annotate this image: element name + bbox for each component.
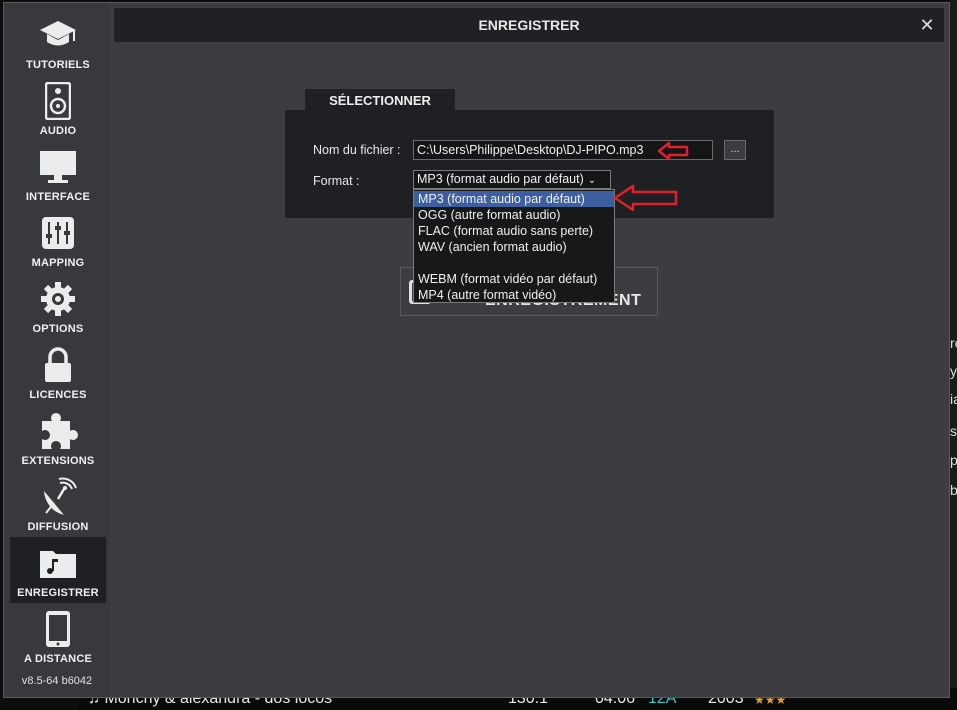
music-folder-icon — [38, 543, 78, 583]
background-app-edge: re y ia s p b — [950, 0, 957, 710]
sidebar-item-extensions[interactable]: EXTENSIONS — [10, 407, 106, 471]
sidebar-item-audio[interactable]: AUDIO — [10, 77, 106, 141]
browse-button[interactable]: ... — [724, 140, 746, 160]
sidebar-item-label: OPTIONS — [32, 323, 84, 335]
bg-fragment: re — [950, 335, 957, 351]
sidebar-item-licences[interactable]: LICENCES — [10, 341, 106, 405]
file-name-label: Nom du fichier : — [313, 143, 401, 157]
format-option-wav[interactable]: WAV (ancien format audio) — [414, 239, 614, 255]
annotation-arrow-left-icon — [657, 141, 689, 161]
format-option-flac[interactable]: FLAC (format audio sans perte) — [414, 223, 614, 239]
sidebar-item-label: A DISTANCE — [24, 653, 92, 665]
format-select[interactable]: MP3 (format audio par défaut) ⌄ — [413, 170, 611, 189]
format-label: Format : — [313, 174, 360, 188]
monitor-icon — [38, 147, 78, 187]
bg-fragment: y — [950, 363, 957, 379]
sidebar-item-label: ENREGISTRER — [17, 587, 99, 599]
annotation-arrow-left-icon — [613, 184, 678, 212]
sidebar-item-tutoriels[interactable]: TUTORIELS — [10, 11, 106, 75]
bg-fragment: ia — [950, 391, 957, 407]
speaker-icon — [38, 81, 78, 121]
format-dropdown-list: MP3 (format audio par défaut) OGG (autre… — [413, 189, 615, 303]
sidebar-item-options[interactable]: OPTIONS — [10, 275, 106, 339]
bg-fragment: s — [950, 423, 957, 439]
bg-fragment: b — [950, 482, 957, 498]
graduation-cap-icon — [38, 15, 78, 55]
sidebar-item-label: EXTENSIONS — [21, 455, 95, 467]
format-option-mp4[interactable]: MP4 (autre format vidéo) — [414, 287, 614, 303]
sidebar-item-interface[interactable]: INTERFACE — [10, 143, 106, 207]
format-option-separator — [414, 255, 614, 271]
sidebar: TUTORIELS AUDIO INTERFACE MAPPING OPTION… — [4, 3, 110, 697]
lock-icon — [38, 345, 78, 385]
sidebar-item-mapping[interactable]: MAPPING — [10, 209, 106, 273]
tablet-icon — [38, 609, 78, 649]
format-option-webm[interactable]: WEBM (format vidéo par défaut) — [414, 271, 614, 287]
sidebar-item-label: DIFFUSION — [27, 521, 89, 533]
sidebar-item-a-distance[interactable]: A DISTANCE — [10, 605, 106, 669]
sidebar-item-label: TUTORIELS — [26, 59, 90, 71]
sidebar-item-label: LICENCES — [29, 389, 87, 401]
sidebar-item-diffusion[interactable]: DIFFUSION — [10, 473, 106, 537]
chevron-down-icon: ⌄ — [587, 175, 597, 186]
settings-dialog: TUTORIELS AUDIO INTERFACE MAPPING OPTION… — [3, 2, 950, 698]
sidebar-item-label: INTERFACE — [25, 191, 91, 203]
tab-selectionner[interactable]: SÉLECTIONNER — [305, 89, 455, 111]
sidebar-item-label: AUDIO — [39, 125, 77, 137]
puzzle-icon — [38, 411, 78, 451]
close-button[interactable]: ✕ — [916, 14, 938, 36]
gear-icon — [38, 279, 78, 319]
bg-fragment: p — [950, 452, 957, 468]
format-option-ogg[interactable]: OGG (autre format audio) — [414, 207, 614, 223]
sliders-icon — [38, 213, 78, 253]
dialog-title: ENREGISTRER — [478, 17, 580, 33]
broadcast-dish-icon — [38, 477, 78, 517]
sidebar-item-label: MAPPING — [31, 257, 85, 269]
dialog-titlebar: ENREGISTRER ✕ — [114, 8, 944, 42]
format-option-mp3[interactable]: MP3 (format audio par défaut) — [414, 191, 614, 207]
version-label: v8.5-64 b6042 — [21, 675, 93, 687]
format-select-value: MP3 (format audio par défaut) — [417, 172, 584, 186]
sidebar-item-enregistrer[interactable]: ENREGISTRER — [10, 537, 106, 603]
